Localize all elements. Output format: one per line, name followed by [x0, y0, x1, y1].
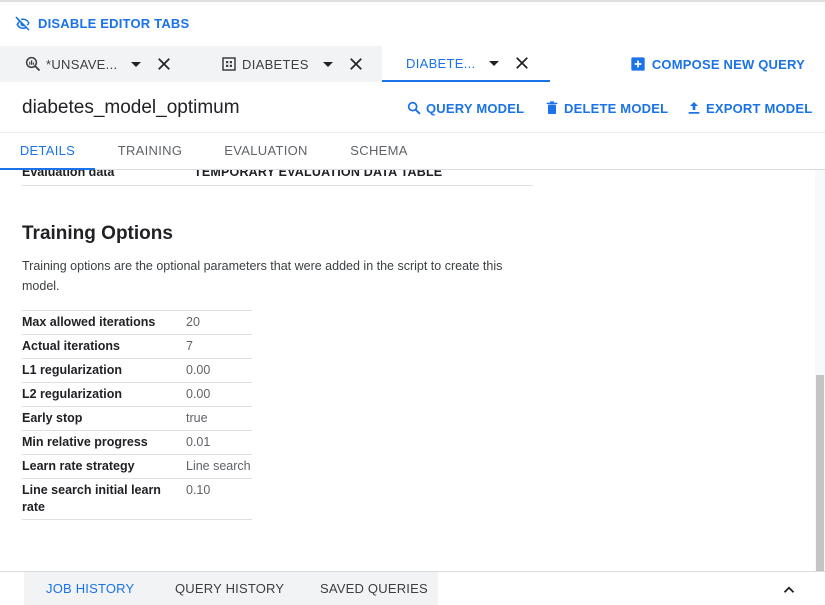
table-row: L2 regularization 0.00: [22, 382, 252, 407]
table-row: Learn rate strategy Line search: [22, 454, 252, 479]
table-row: Min relative progress 0.01: [22, 430, 252, 455]
query-model-label: QUERY MODEL: [426, 100, 525, 116]
tab-evaluation[interactable]: EVALUATION: [220, 133, 312, 170]
delete-model-label: DELETE MODEL: [564, 100, 669, 116]
chevron-down-icon[interactable]: [322, 61, 333, 67]
table-row: Early stop true: [22, 406, 252, 431]
option-value: 0.01: [186, 430, 252, 455]
query-model-button[interactable]: QUERY MODEL: [406, 100, 524, 116]
evaluation-data-row: Evaluation data TEMPORARY EVALUATION DAT…: [22, 170, 533, 186]
training-options-table: Max allowed iterations 20 Actual iterati…: [22, 310, 252, 520]
close-icon[interactable]: [347, 55, 365, 73]
option-key: Early stop: [22, 406, 186, 431]
content-scrollbar[interactable]: [815, 170, 825, 571]
eye-off-icon: [15, 16, 30, 31]
editor-tab-label: DIABETE...: [406, 55, 476, 71]
option-key: L2 regularization: [22, 382, 186, 407]
export-model-button[interactable]: EXPORT MODEL: [686, 100, 812, 116]
option-value: 0.10: [186, 478, 252, 520]
evaluation-data-key: Evaluation data: [22, 170, 115, 179]
close-icon[interactable]: [513, 54, 531, 72]
details-content: Evaluation data TEMPORARY EVALUATION DAT…: [0, 170, 815, 571]
query-icon: [25, 56, 40, 71]
tab-schema[interactable]: SCHEMA: [340, 133, 418, 170]
training-options-title: Training Options: [22, 223, 173, 244]
editor-tab-diabetes[interactable]: DIABETES: [220, 46, 365, 82]
option-value: 0.00: [186, 382, 252, 407]
upload-icon: [688, 102, 700, 114]
delete-model-button[interactable]: DELETE MODEL: [544, 100, 668, 116]
scrollbar-thumb[interactable]: [816, 375, 824, 571]
editor-tab-bar: *UNSAVE... DIABETES DIABETE... COMPOSE N…: [0, 46, 825, 82]
option-key: Max allowed iterations: [22, 310, 186, 335]
option-value: 20: [186, 310, 252, 335]
editor-tab-label: *UNSAVE...: [46, 56, 118, 72]
tab-saved-queries[interactable]: SAVED QUERIES: [320, 572, 428, 605]
option-key: Min relative progress: [22, 430, 186, 455]
model-header: diabetes_model_optimum QUERY MODEL DELET…: [0, 82, 825, 132]
disable-editor-tabs-label: DISABLE EDITOR TABS: [38, 15, 190, 31]
close-icon[interactable]: [155, 55, 173, 73]
chevron-down-icon[interactable]: [131, 61, 142, 67]
option-key: Line search initial learn rate: [22, 478, 186, 520]
table-row: L1 regularization 0.00: [22, 358, 252, 383]
option-key: Learn rate strategy: [22, 454, 186, 479]
editor-tab-unsaved[interactable]: *UNSAVE...: [24, 46, 173, 82]
editor-tab-label: DIABETES: [242, 56, 309, 72]
tab-query-history[interactable]: QUERY HISTORY: [175, 572, 284, 605]
tab-job-history[interactable]: JOB HISTORY: [46, 572, 134, 605]
tab-training[interactable]: TRAINING: [110, 133, 190, 170]
disable-editor-tabs-button[interactable]: DISABLE EDITOR TABS: [14, 14, 189, 32]
table-row: Actual iterations 7: [22, 334, 252, 359]
page-title: diabetes_model_optimum: [22, 97, 240, 118]
model-subtabs: DETAILS TRAINING EVALUATION SCHEMA: [0, 132, 825, 170]
option-key: L1 regularization: [22, 358, 186, 383]
tab-details[interactable]: DETAILS: [0, 133, 95, 170]
option-value: Line search: [186, 454, 252, 479]
option-value: true: [186, 406, 252, 431]
option-value: 0.00: [186, 358, 252, 383]
training-options-description: Training options are the optional parame…: [22, 259, 503, 293]
export-model-label: EXPORT MODEL: [706, 100, 813, 116]
chevron-down-icon[interactable]: [489, 60, 500, 66]
search-icon: [407, 101, 421, 115]
bottom-panel-bar: JOB HISTORY QUERY HISTORY SAVED QUERIES: [0, 571, 825, 605]
compose-new-query-label: COMPOSE NEW QUERY: [651, 56, 805, 72]
option-key: Actual iterations: [22, 334, 186, 359]
chevron-up-icon[interactable]: [780, 581, 798, 599]
trash-icon: [546, 101, 558, 114]
table-row: Line search initial learn rate 0.10: [22, 478, 252, 520]
top-bar: DISABLE EDITOR TABS: [0, 0, 825, 46]
option-value: 7: [186, 334, 252, 359]
table-row: Max allowed iterations 20: [22, 310, 252, 335]
table-grid-icon: [222, 57, 236, 71]
evaluation-data-value: TEMPORARY EVALUATION DATA TABLE: [194, 170, 443, 179]
editor-tab-diabetes-model[interactable]: DIABETE...: [382, 46, 550, 82]
add-box-icon: [631, 57, 645, 71]
compose-new-query-button[interactable]: COMPOSE NEW QUERY: [630, 56, 805, 72]
